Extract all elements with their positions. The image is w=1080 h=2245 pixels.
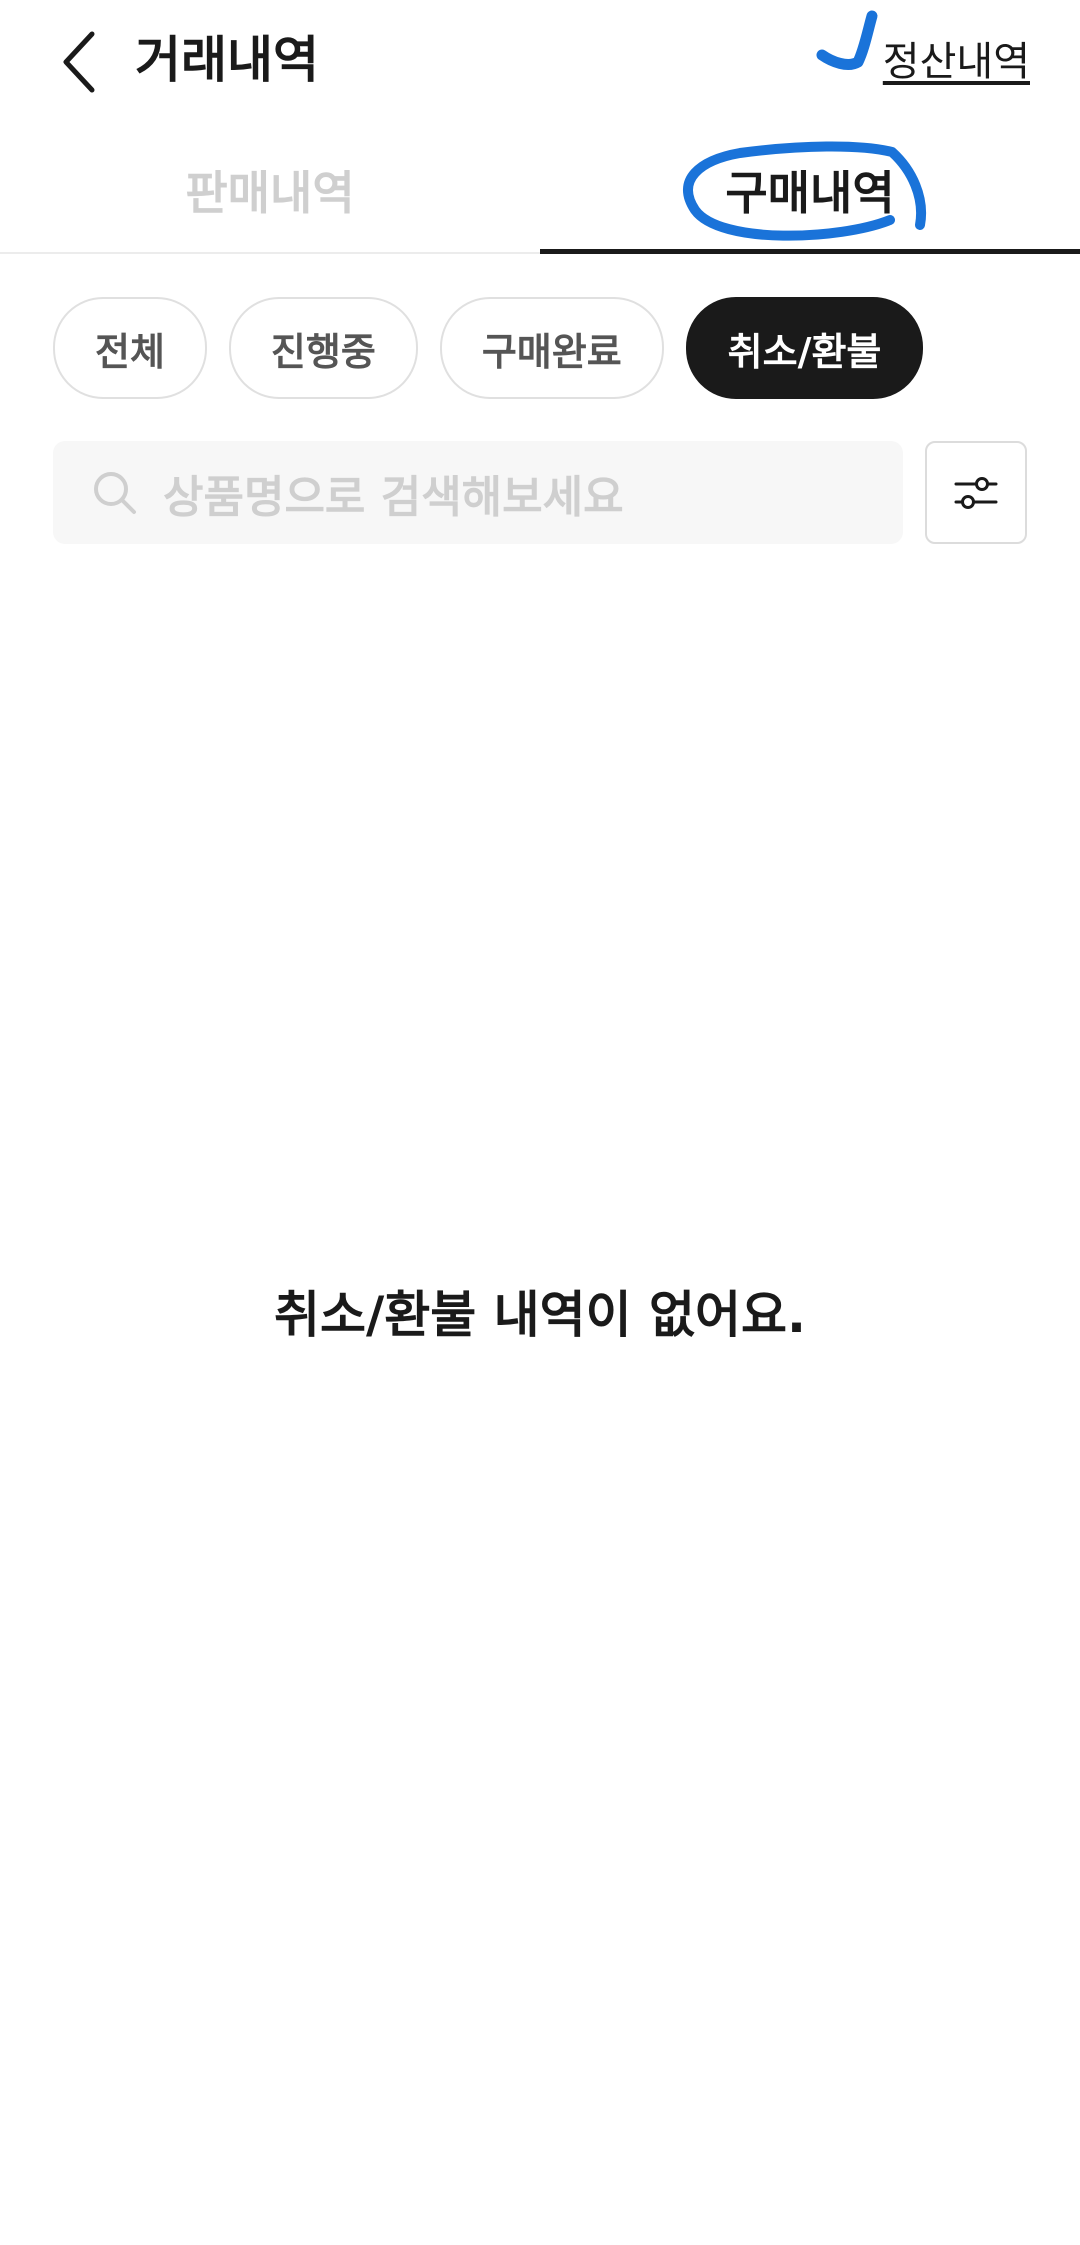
back-button[interactable] xyxy=(50,22,110,102)
chip-cancel-refund[interactable]: 취소/환불 xyxy=(685,297,924,399)
search-icon xyxy=(94,472,136,514)
search-placeholder: 상품명으로 검색해보세요 xyxy=(163,471,624,523)
chip-purchase-complete[interactable]: 구매완료 xyxy=(439,297,664,399)
empty-state-message: 취소/환불 내역이 없어요. xyxy=(273,1286,807,1344)
page-title: 거래내역 xyxy=(135,31,319,89)
chip-all[interactable]: 전체 xyxy=(53,297,207,399)
sliders-icon xyxy=(954,476,998,509)
status-filter-chips: 전체 진행중 구매완료 취소/환불 xyxy=(53,297,924,399)
active-tab-indicator xyxy=(540,249,1080,254)
search-input[interactable]: 상품명으로 검색해보세요 xyxy=(53,441,903,544)
chip-in-progress[interactable]: 진행중 xyxy=(228,297,418,399)
history-tabs: 판매내역 구매내역 xyxy=(0,130,1080,254)
tab-purchase-history[interactable]: 구매내역 xyxy=(540,130,1080,250)
filter-settings-button[interactable] xyxy=(925,441,1027,544)
settlement-history-link[interactable]: 정산내역 xyxy=(883,36,1030,88)
chevron-left-icon xyxy=(63,31,95,93)
app-header: 거래내역 정산내역 xyxy=(0,0,1080,125)
tab-sales-history[interactable]: 판매내역 xyxy=(0,130,540,250)
